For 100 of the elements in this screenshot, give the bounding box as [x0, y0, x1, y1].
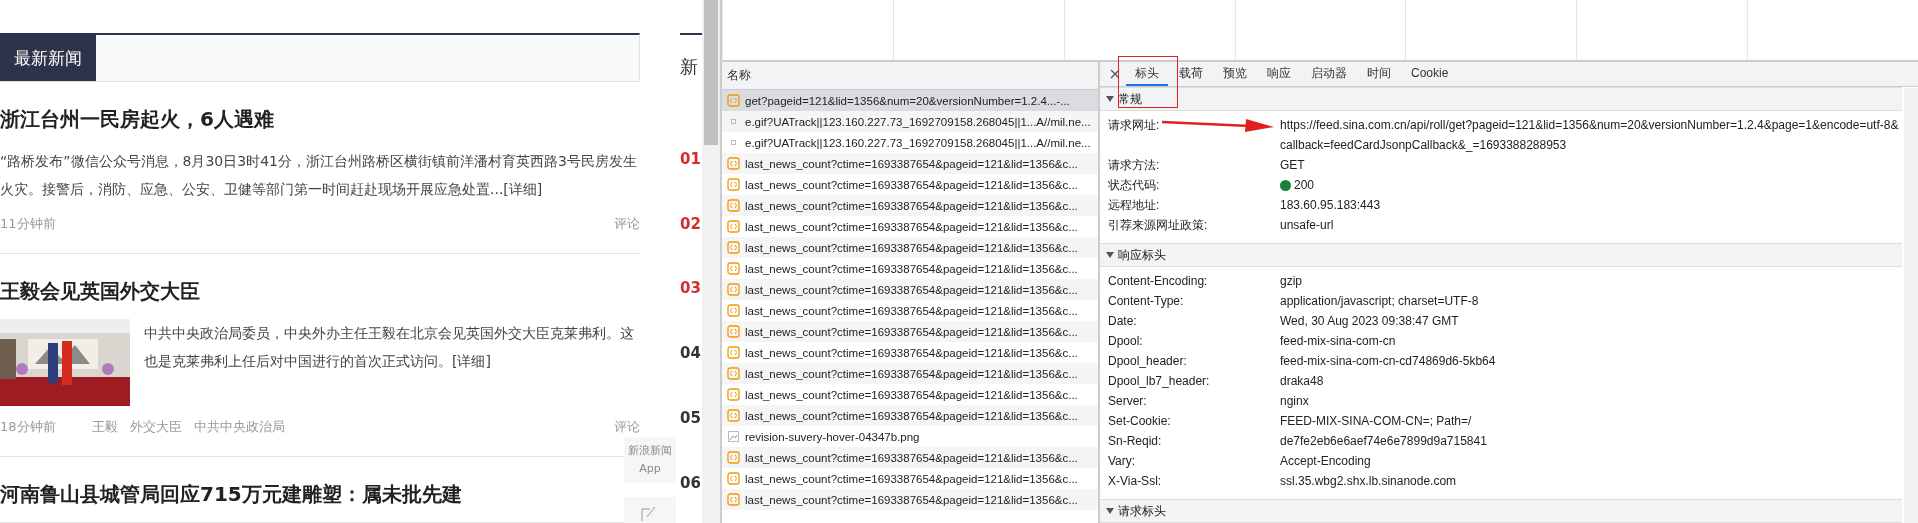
rank-number: 05: [680, 408, 702, 430]
rank-number: 02: [680, 213, 702, 235]
header-name: X-Via-Ssl:: [1108, 473, 1163, 490]
header-value: gzip: [1280, 273, 1302, 290]
request-name: last_news_count?ctime=1693387654&pageid=121&lid=1356&c...: [745, 178, 1078, 191]
request-name: last_news_count?ctime=1693387654&pageid=121&lid=1356&c...: [745, 388, 1078, 401]
request-row[interactable]: last_news_count?ctime=1693387654&pageid=121&lid=1356&c...: [722, 447, 1098, 468]
expanded-caret-icon[interactable]: [1106, 251, 1114, 259]
header-value: feed-mix-sina-com-cn: [1280, 333, 1396, 350]
header-name: Set-Cookie:: [1108, 413, 1172, 430]
panel-tab[interactable]: 响应: [1258, 62, 1300, 86]
request-name: last_news_count?ctime=1693387654&pageid=121&lid=1356&c...: [745, 451, 1078, 464]
article-time: 11分钟前: [0, 215, 56, 233]
expanded-caret-icon[interactable]: [1106, 507, 1114, 515]
header-name: Dpool_header:: [1108, 353, 1188, 370]
header-value: 200: [1294, 177, 1315, 194]
scrollbar-thumb[interactable]: [704, 0, 718, 145]
script-file-icon: [727, 325, 740, 338]
header-value: de7fe2eb6e6aef74e6e7899d9a715841: [1280, 433, 1487, 450]
rank-number: 03: [680, 278, 702, 300]
article-summary: 中共中央政治局委员，中央外办主任王毅在北京会见英国外交大臣克莱弗利。这也是克莱弗利上任后对中国进行的首次正式访问。[详细]: [144, 324, 635, 371]
header-value: Wed, 30 Aug 2023 09:38:47 GMT: [1280, 313, 1459, 330]
script-file-icon: [727, 346, 740, 359]
article-title[interactable]: 河南鲁山县城管局回应715万元建雕塑：属未批先建: [0, 481, 462, 508]
request-name: last_news_count?ctime=1693387654&pageid=121&lid=1356&c...: [745, 367, 1078, 380]
request-row[interactable]: last_news_count?ctime=1693387654&pageid=121&lid=1356&c...: [722, 279, 1098, 300]
request-row[interactable]: last_news_count?ctime=1693387654&pageid=121&lid=1356&c...: [722, 195, 1098, 216]
request-row[interactable]: e.gif?UATrack||123.160.227.73_1692709158.268045||1...A//mil.ne...: [722, 111, 1098, 132]
article-title[interactable]: 王毅会见英国外交大臣: [0, 278, 200, 305]
header-value: feed-mix-sina-com-cn-cd74869d6-5kb64: [1280, 353, 1496, 370]
header-name: 请求方法:: [1108, 157, 1161, 174]
request-row[interactable]: last_news_count?ctime=1693387654&pageid=121&lid=1356&c...: [722, 237, 1098, 258]
request-name: last_news_count?ctime=1693387654&pageid=121&lid=1356&c...: [745, 241, 1078, 254]
request-name: last_news_count?ctime=1693387654&pageid=121&lid=1356&c...: [745, 493, 1078, 506]
request-row[interactable]: last_news_count?ctime=1693387654&pageid=121&lid=1356&c...: [722, 153, 1098, 174]
detail-link[interactable]: [详细]: [452, 353, 491, 369]
script-file-icon: [727, 388, 740, 401]
header-name: 远程地址:: [1108, 197, 1161, 214]
article-time: 18分钟前: [0, 418, 56, 436]
header-name: Sn-Reqid:: [1108, 433, 1163, 450]
header-name: Vary:: [1108, 453, 1137, 470]
header-value: GET: [1280, 157, 1305, 174]
panel-tab[interactable]: Cookie: [1402, 62, 1458, 86]
script-file-icon: [727, 283, 740, 296]
script-file-icon: [727, 472, 740, 485]
request-name: last_news_count?ctime=1693387654&pageid=121&lid=1356&c...: [745, 283, 1078, 296]
script-file-icon: [727, 493, 740, 506]
header-value: unsafe-url: [1280, 217, 1334, 234]
header-name: Dpool:: [1108, 333, 1144, 350]
request-row[interactable]: last_news_count?ctime=1693387654&pageid=121&lid=1356&c...: [722, 405, 1098, 426]
header-value: application/javascript; charset=UTF-8: [1280, 293, 1479, 310]
request-name: e.gif?UATrack||123.160.227.73_1692709158.268045||1...A//mil.ne...: [745, 115, 1091, 128]
panel-tab[interactable]: 预览: [1214, 62, 1256, 86]
rank-number: 06: [680, 473, 702, 495]
script-file-icon: [727, 178, 740, 191]
script-file-icon: [727, 220, 740, 233]
header-name: Date:: [1108, 313, 1138, 330]
script-file-icon: [727, 241, 740, 254]
request-row[interactable]: get?pageid=121&lid=1356&num=20&versionNumber=1.2.4...-...: [722, 90, 1098, 111]
request-name: last_news_count?ctime=1693387654&pageid=121&lid=1356&c...: [745, 409, 1078, 422]
request-name: revision-suvery-hover-04347b.png: [745, 430, 920, 443]
script-file-icon: [727, 451, 740, 464]
rank-number: 01: [680, 148, 702, 170]
script-file-icon: [727, 157, 740, 170]
header-value: https://feed.sina.com.cn/api/roll/get?pageid=121&lid=1356&num=20&versionNumber=1.2.4&page=1&encode=utf-8&callback=feedCardJsonpCallback&_=1693388288953: [1280, 117, 1900, 154]
request-name: last_news_count?ctime=1693387654&pageid=121&lid=1356&c...: [745, 325, 1078, 338]
panel-scrollbar[interactable]: [1904, 88, 1918, 523]
request-row[interactable]: last_news_count?ctime=1693387654&pageid=121&lid=1356&c...: [722, 489, 1098, 510]
section-header[interactable]: 响应标头: [1100, 243, 1902, 267]
request-name: get?pageid=121&lid=1356&num=20&versionNumber=1.2.4...-...: [745, 94, 1070, 107]
section-header[interactable]: 常规: [1100, 87, 1902, 111]
request-name: last_news_count?ctime=1693387654&pageid=121&lid=1356&c...: [745, 304, 1078, 317]
panel-tab[interactable]: 启动器: [1302, 62, 1356, 86]
header-name: Content-Type:: [1108, 293, 1185, 310]
name-column-header[interactable]: 名称: [722, 62, 1098, 90]
request-row[interactable]: last_news_count?ctime=1693387654&pageid=121&lid=1356&c...: [722, 363, 1098, 384]
detail-link[interactable]: [详细]: [503, 181, 543, 197]
close-icon: [1110, 69, 1120, 79]
page-scrollbar[interactable]: [702, 0, 720, 523]
script-file-icon: [727, 94, 740, 107]
request-name: last_news_count?ctime=1693387654&pageid=121&lid=1356&c...: [745, 220, 1078, 233]
image-file-icon: [727, 430, 740, 443]
panel-tab[interactable]: 载荷: [1170, 62, 1212, 86]
article-summary: “路桥发布”微信公众号消息，8月30日3时41分，浙江台州路桥区横街镇前洋潘村育英西路3号民房发生火灾。接警后，消防、应急、公安、卫健等部门第一时间赶赴现场开展应急处置...[详细]: [0, 152, 638, 199]
header-name: Content-Encoding:: [1108, 273, 1209, 290]
request-row[interactable]: last_news_count?ctime=1693387654&pageid=121&lid=1356&c...: [722, 321, 1098, 342]
panel-tab[interactable]: 时间: [1358, 62, 1400, 86]
section-tab[interactable]: 最新新闻: [0, 35, 96, 81]
section-header[interactable]: 请求标头: [1100, 499, 1902, 523]
expanded-caret-icon[interactable]: [1106, 95, 1114, 103]
header-name: Dpool_lb7_header:: [1108, 373, 1211, 390]
request-name: last_news_count?ctime=1693387654&pageid=121&lid=1356&c...: [745, 472, 1078, 485]
header-value: FEED-MIX-SINA-COM-CN=; Path=/: [1280, 413, 1472, 430]
header-value: Accept-Encoding: [1280, 453, 1371, 470]
script-file-icon: [727, 199, 740, 212]
header-name: 状态代码:: [1108, 177, 1161, 194]
header-name: Server:: [1108, 393, 1148, 410]
article-title[interactable]: 浙江台州一民房起火，6人遇难: [0, 106, 274, 133]
app-promo-button[interactable]: 新浪新闻 App: [624, 437, 676, 483]
script-file-icon: [727, 304, 740, 317]
